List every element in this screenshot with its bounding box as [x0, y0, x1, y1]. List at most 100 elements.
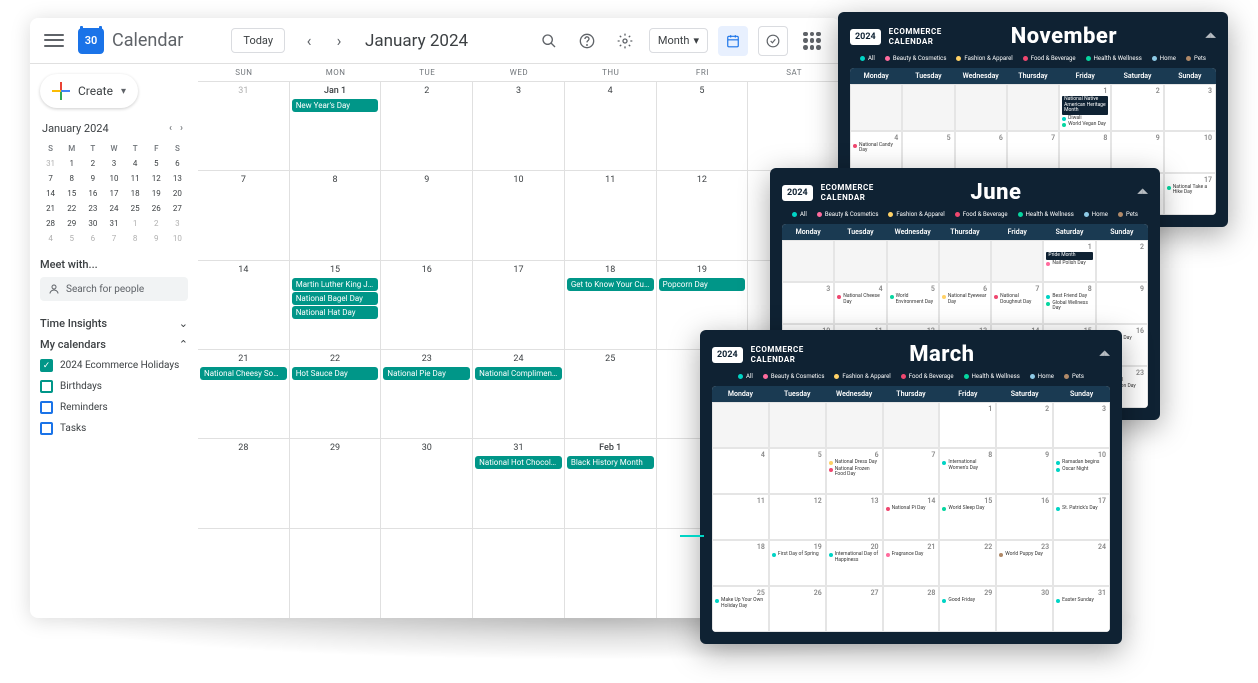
day-cell[interactable]: 17: [473, 261, 565, 349]
day-cell[interactable]: 4: [565, 82, 657, 170]
mini-day[interactable]: 4: [40, 231, 61, 246]
mini-day[interactable]: 17: [103, 186, 124, 201]
mini-day[interactable]: 7: [40, 171, 61, 186]
day-cell[interactable]: 5: [657, 82, 749, 170]
checkbox[interactable]: [40, 380, 53, 393]
calendar-event[interactable]: National Cheesy Socks Day: [200, 367, 287, 380]
mini-day[interactable]: 23: [82, 201, 103, 216]
prev-month-button[interactable]: ‹: [297, 29, 321, 53]
mini-day[interactable]: 1: [125, 216, 146, 231]
checkbox[interactable]: [40, 359, 53, 372]
mini-calendar[interactable]: January 2024 ‹› SMTWTFS31123456789101112…: [40, 120, 188, 246]
search-icon[interactable]: [535, 27, 563, 55]
day-cell[interactable]: 30: [381, 439, 473, 527]
day-cell[interactable]: 8: [290, 171, 382, 259]
time-insights-section[interactable]: Time Insights⌄: [40, 313, 188, 334]
calendar-event[interactable]: New Year's Day: [292, 99, 379, 112]
calendar-event[interactable]: Get to Know Your Customer Day: [567, 278, 654, 291]
mini-day[interactable]: 18: [125, 186, 146, 201]
day-cell[interactable]: 14: [198, 261, 290, 349]
mini-day[interactable]: 20: [167, 186, 188, 201]
day-cell[interactable]: [381, 529, 473, 618]
apps-icon[interactable]: [798, 27, 826, 55]
mini-day[interactable]: 21: [40, 201, 61, 216]
mini-day[interactable]: 2: [82, 156, 103, 171]
mini-day[interactable]: 5: [146, 156, 167, 171]
day-cell[interactable]: 12: [657, 171, 749, 259]
calendar-checkbox-item[interactable]: Tasks: [40, 418, 188, 439]
calendar-checkbox-item[interactable]: 2024 Ecommerce Holidays: [40, 355, 188, 376]
day-cell[interactable]: 24National Compliment Day: [473, 350, 565, 438]
mini-day[interactable]: 24: [103, 201, 124, 216]
day-cell[interactable]: 3: [473, 82, 565, 170]
mini-day[interactable]: 16: [82, 186, 103, 201]
calendar-event[interactable]: Hot Sauce Day: [292, 367, 379, 380]
mini-day[interactable]: 10: [167, 231, 188, 246]
next-month-button[interactable]: ›: [327, 29, 351, 53]
my-calendars-section[interactable]: My calendars⌃: [40, 334, 188, 355]
mini-day[interactable]: 31: [103, 216, 124, 231]
checkbox[interactable]: [40, 422, 53, 435]
mini-day[interactable]: 3: [167, 216, 188, 231]
mini-next-button[interactable]: ›: [177, 123, 186, 134]
mini-day[interactable]: 8: [61, 171, 82, 186]
create-button[interactable]: Create ▾: [40, 74, 138, 108]
checkbox[interactable]: [40, 401, 53, 414]
mini-day[interactable]: 6: [167, 156, 188, 171]
mini-day[interactable]: 3: [103, 156, 124, 171]
mini-day[interactable]: 30: [82, 216, 103, 231]
calendar-event[interactable]: National Hat Day: [292, 306, 379, 319]
mini-day[interactable]: 15: [61, 186, 82, 201]
mini-day[interactable]: 9: [146, 231, 167, 246]
mini-day[interactable]: 19: [146, 186, 167, 201]
day-cell[interactable]: 2: [381, 82, 473, 170]
mini-day[interactable]: 11: [125, 171, 146, 186]
day-cell[interactable]: 22Hot Sauce Day: [290, 350, 382, 438]
mini-day[interactable]: 27: [167, 201, 188, 216]
day-cell[interactable]: 29: [290, 439, 382, 527]
today-button[interactable]: Today: [231, 28, 285, 53]
mini-day[interactable]: 22: [61, 201, 82, 216]
mini-day[interactable]: 29: [61, 216, 82, 231]
day-cell[interactable]: 21National Cheesy Socks Day: [198, 350, 290, 438]
mini-day[interactable]: 4: [125, 156, 146, 171]
mini-prev-button[interactable]: ‹: [166, 123, 175, 134]
calendar-event[interactable]: National Bagel Day: [292, 292, 379, 305]
calendar-checkbox-item[interactable]: Reminders: [40, 397, 188, 418]
day-cell[interactable]: 18Get to Know Your Customer Day: [565, 261, 657, 349]
mini-day[interactable]: 1: [61, 156, 82, 171]
calendar-checkbox-item[interactable]: Birthdays: [40, 376, 188, 397]
menu-icon[interactable]: [44, 31, 64, 51]
mini-day[interactable]: 12: [146, 171, 167, 186]
day-cell[interactable]: 15Martin Luther King Jr. DayNational Bag…: [290, 261, 382, 349]
calendar-event[interactable]: Black History Month: [567, 456, 654, 469]
calendar-event[interactable]: Martin Luther King Jr. Day: [292, 278, 379, 291]
day-cell[interactable]: 25: [565, 350, 657, 438]
day-cell[interactable]: 23National Pie Day: [381, 350, 473, 438]
day-cell[interactable]: 31: [198, 82, 290, 170]
tasks-view-button[interactable]: [758, 26, 788, 56]
settings-icon[interactable]: [611, 27, 639, 55]
day-cell[interactable]: [473, 529, 565, 618]
mini-day[interactable]: 9: [82, 171, 103, 186]
day-cell[interactable]: [565, 529, 657, 618]
day-cell[interactable]: [748, 82, 840, 170]
mini-day[interactable]: 10: [103, 171, 124, 186]
day-cell[interactable]: 9: [381, 171, 473, 259]
day-cell[interactable]: 31National Hot Chocolate Day: [473, 439, 565, 527]
day-cell[interactable]: 10: [473, 171, 565, 259]
mini-day[interactable]: 28: [40, 216, 61, 231]
day-cell[interactable]: Jan 1New Year's Day: [290, 82, 382, 170]
day-cell[interactable]: 16: [381, 261, 473, 349]
calendar-event[interactable]: National Pie Day: [383, 367, 470, 380]
day-cell[interactable]: 11: [565, 171, 657, 259]
view-selector[interactable]: Month▾: [649, 28, 708, 53]
mini-day[interactable]: 7: [103, 231, 124, 246]
mini-day[interactable]: 14: [40, 186, 61, 201]
day-cell[interactable]: 28: [198, 439, 290, 527]
help-icon[interactable]: [573, 27, 601, 55]
mini-day[interactable]: 8: [125, 231, 146, 246]
calendar-event[interactable]: National Compliment Day: [475, 367, 562, 380]
calendar-view-button[interactable]: [718, 26, 748, 56]
mini-day[interactable]: 2: [146, 216, 167, 231]
